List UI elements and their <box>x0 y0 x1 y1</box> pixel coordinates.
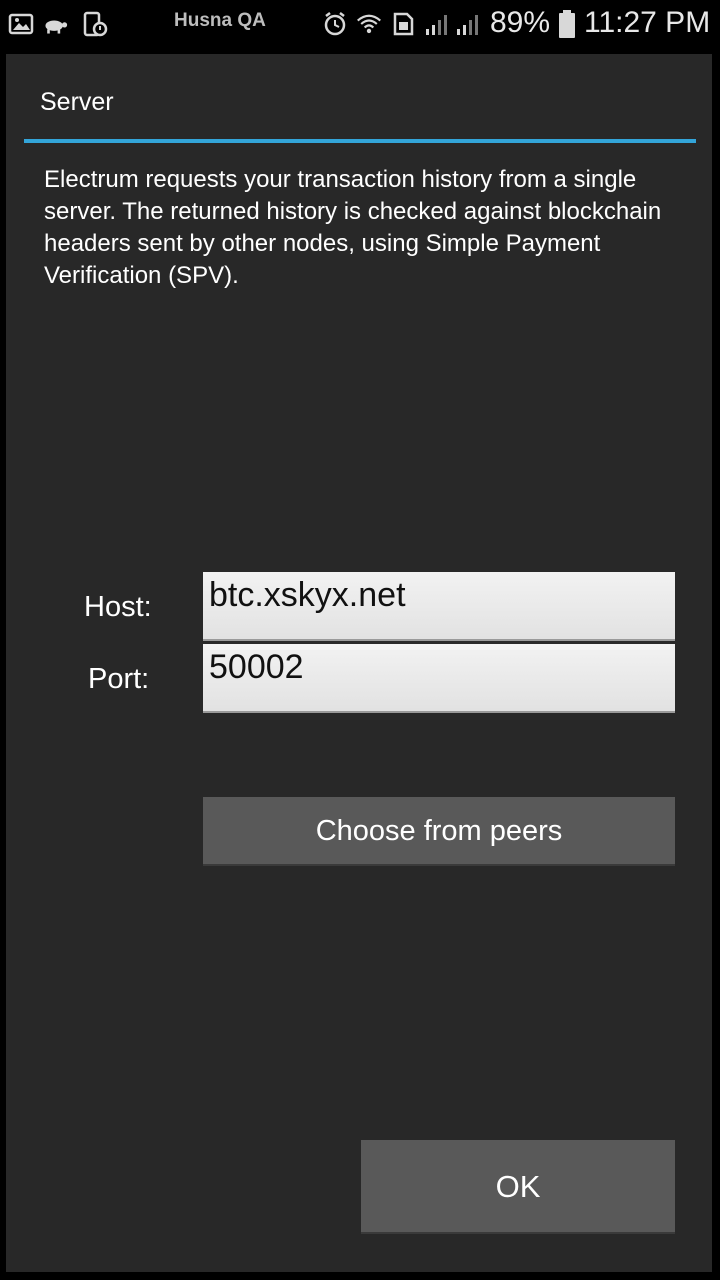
host-input[interactable]: btc.xskyx.net <box>203 572 675 641</box>
battery-percent: 89% <box>490 6 551 39</box>
dialog-title: Server <box>40 88 114 116</box>
turtle-icon <box>45 20 68 34</box>
port-label: Port: <box>88 663 150 695</box>
port-input[interactable]: 50002 <box>203 644 675 713</box>
choose-from-peers-button[interactable]: Choose from peers <box>203 797 675 866</box>
title-divider <box>24 139 696 143</box>
server-description: Electrum requests your transaction histo… <box>44 166 662 289</box>
status-bar: Husna QA 89% 11:27 PM <box>0 0 720 50</box>
signal-icon-2 <box>457 15 478 35</box>
signal-icon <box>426 15 447 35</box>
carrier-name: Husna QA <box>174 10 266 31</box>
ok-button[interactable]: OK <box>361 1140 675 1234</box>
clock: 11:27 PM <box>584 6 711 39</box>
gallery-icon <box>8 13 34 35</box>
wifi-icon <box>357 14 381 34</box>
battery-icon <box>559 10 575 38</box>
alarm-icon <box>324 12 346 36</box>
server-dialog: Server Electrum requests your transactio… <box>6 54 712 1272</box>
host-label: Host: <box>84 591 152 623</box>
sim-icon <box>393 12 414 36</box>
phone-lock-icon <box>83 11 108 37</box>
